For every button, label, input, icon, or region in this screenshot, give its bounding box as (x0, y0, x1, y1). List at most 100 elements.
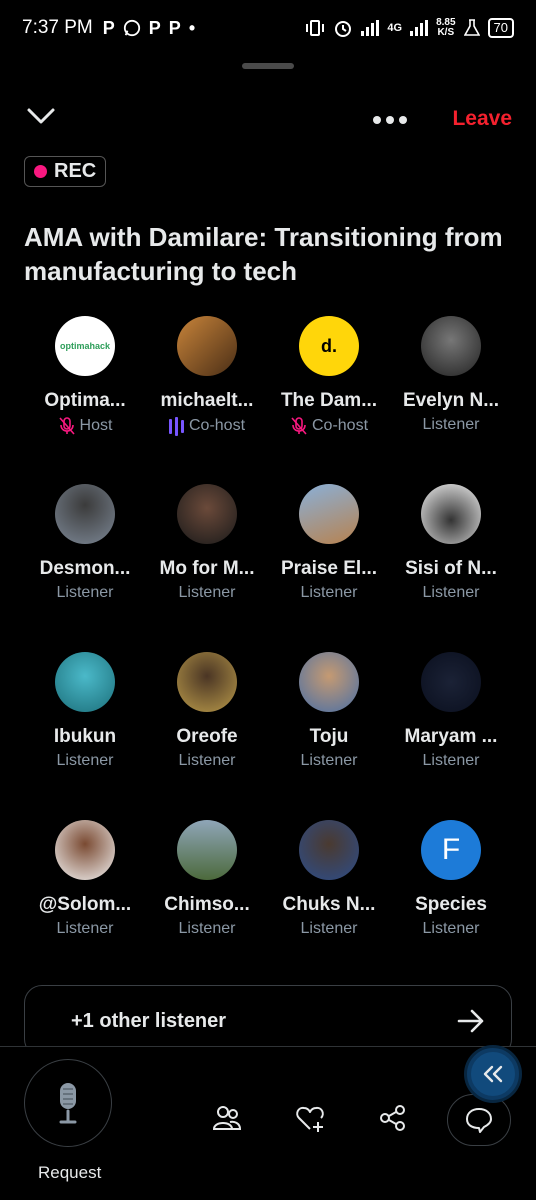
role-label: Listener (56, 752, 114, 769)
avatar[interactable] (55, 820, 115, 880)
role-label: Co-host (188, 417, 246, 434)
double-chevron-left-icon (483, 1065, 503, 1083)
participant-role: Listener (423, 920, 480, 938)
participant-card[interactable]: Toju Listener (268, 652, 390, 820)
mic-off-icon (291, 417, 307, 435)
status-time: 7:37 PM (22, 17, 93, 38)
lab-flask-icon (463, 19, 480, 36)
chat-bubble-icon (466, 1108, 492, 1133)
recording-label: REC (54, 160, 97, 182)
participant-card[interactable]: Sisi of N... Listener (390, 484, 512, 652)
more-dot-icon (399, 116, 407, 124)
avatar[interactable]: F (421, 820, 481, 880)
participant-card[interactable]: @Solom... Listener (24, 820, 146, 988)
participant-name: Oreofe (176, 726, 238, 747)
participant-card[interactable]: Chuks N... Listener (268, 820, 390, 988)
participant-role: Listener (423, 584, 480, 602)
avatar[interactable] (421, 484, 481, 544)
participant-card[interactable]: Maryam ... Listener (390, 652, 512, 820)
avatar-text: d. (321, 335, 337, 356)
participant-role: Listener (301, 584, 358, 602)
avatar[interactable] (421, 316, 481, 376)
participant-name: The Dam... (280, 390, 378, 411)
heart-plus-icon[interactable] (295, 1103, 325, 1133)
participant-card[interactable]: Mo for M... Listener (146, 484, 268, 652)
participant-card[interactable]: d. The Dam... Co-host (268, 316, 390, 484)
avatar[interactable] (299, 652, 359, 712)
role-label: Listener (300, 752, 358, 769)
avatar[interactable] (55, 652, 115, 712)
expand-floating-button[interactable] (467, 1048, 519, 1100)
participant-card[interactable]: Praise El... Listener (268, 484, 390, 652)
participant-name: Optima... (44, 390, 126, 411)
participant-name: Mo for M... (159, 558, 255, 579)
participant-role: Listener (57, 920, 114, 938)
notification-icons: P P P • (103, 18, 195, 39)
space-title: AMA with Damilare: Transitioning from ma… (24, 222, 503, 286)
role-label: Listener (56, 584, 114, 601)
p-notification-icon: P (148, 17, 161, 38)
participant-card[interactable]: Ibukun Listener (24, 652, 146, 820)
participant-card[interactable]: Chimso... Listener (146, 820, 268, 988)
avatar[interactable] (421, 652, 481, 712)
space-topbar: Leave (0, 100, 536, 140)
role-label: Listener (300, 584, 358, 601)
avatar[interactable] (177, 820, 237, 880)
role-label: Host (79, 417, 113, 434)
participant-role: Listener (179, 752, 236, 770)
participant-card[interactable]: michaelt... Co-host (146, 316, 268, 484)
signal-icon-2 (410, 20, 429, 36)
participant-role: Listener (423, 752, 480, 770)
avatar-text: optimahack (59, 341, 110, 351)
share-icon[interactable] (378, 1103, 408, 1133)
avatar[interactable] (177, 316, 237, 376)
leave-button[interactable]: Leave (452, 107, 512, 131)
participant-name: Praise El... (280, 558, 378, 579)
role-label: Listener (300, 920, 358, 937)
speaking-bars-icon (168, 417, 184, 436)
avatar-text: F (441, 833, 461, 866)
participant-role: Host (58, 416, 113, 436)
role-label: Listener (178, 920, 236, 937)
more-dot-icon (373, 116, 381, 124)
avatar[interactable] (177, 652, 237, 712)
other-listeners-label: +1 other listener (71, 1009, 227, 1032)
signal-icon (361, 20, 380, 36)
participant-role: Listener (423, 416, 480, 434)
role-label: Listener (422, 416, 480, 433)
participant-card[interactable]: Desmon... Listener (24, 484, 146, 652)
chat-button[interactable] (447, 1094, 511, 1146)
avatar[interactable] (299, 820, 359, 880)
participant-card[interactable]: Evelyn N... Listener (390, 316, 512, 484)
bottom-bar: Request (0, 1046, 536, 1200)
participant-name: Evelyn N... (402, 390, 500, 411)
participant-name: @Solom... (38, 894, 132, 915)
p-notification-icon: P (168, 17, 181, 38)
participant-role: Listener (301, 920, 358, 938)
role-label: Listener (422, 584, 480, 601)
request-mic-button[interactable] (24, 1059, 112, 1147)
participant-card[interactable]: Oreofe Listener (146, 652, 268, 820)
avatar[interactable] (299, 484, 359, 544)
system-status: 4G 8.85 K/S 70 (305, 18, 514, 38)
speed-unit: K/S (437, 27, 455, 38)
mic-off-icon (58, 417, 75, 435)
avatar[interactable] (177, 484, 237, 544)
battery-indicator: 70 (487, 18, 514, 38)
avatar[interactable]: optimahack (55, 316, 115, 376)
more-options-button[interactable] (373, 108, 413, 132)
p-notification-icon: P (102, 17, 115, 38)
participant-name: michaelt... (160, 390, 254, 411)
chevron-down-icon (27, 108, 55, 124)
avatar[interactable] (55, 484, 115, 544)
collapse-button[interactable] (26, 106, 56, 132)
avatar[interactable]: d. (299, 316, 359, 376)
participant-card[interactable]: F Species Listener (390, 820, 512, 988)
participant-card[interactable]: optimahack Optima... Host (24, 316, 146, 484)
people-icon[interactable] (212, 1103, 242, 1133)
arrow-right-icon (457, 1009, 484, 1033)
sheet-drag-handle[interactable] (242, 63, 294, 69)
participant-role: Listener (57, 752, 114, 770)
alarm-icon (335, 21, 352, 37)
role-label: Listener (422, 920, 480, 937)
